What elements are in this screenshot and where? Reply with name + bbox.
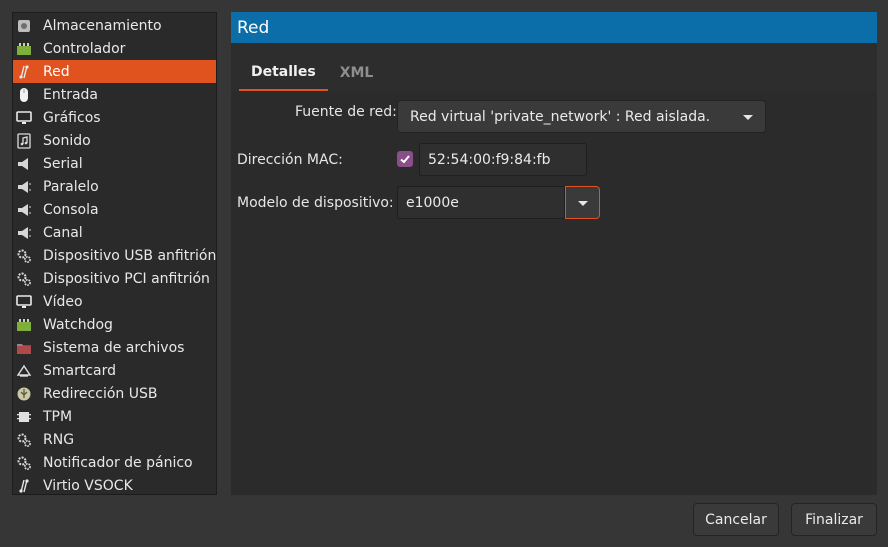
chevron-down-icon [743,114,753,120]
sidebar-item-smartcard[interactable]: Smartcard [13,359,216,382]
sidebar-item-label: Virtio VSOCK [43,477,133,494]
chip-icon [16,41,32,57]
gears-icon [16,248,32,264]
sidebar-item-label: Dispositivo USB anfitrión [43,247,217,264]
sidebar-item-red[interactable]: Red [13,60,216,83]
gears-icon [16,455,32,471]
chip-icon [16,317,32,333]
network-source-value: Red virtual 'private_network' : Red aisl… [410,108,711,125]
sidebar-item-watchdog[interactable]: Watchdog [13,313,216,336]
monitor-icon [16,294,32,310]
sidebar-item-almacenamiento[interactable]: Almacenamiento [13,14,216,37]
sidebar-item-canal[interactable]: Canal [13,221,216,244]
usb-icon [16,386,32,402]
sound-icon [16,132,32,149]
sidebar-item-label: Red [43,63,70,80]
sidebar-item-rng[interactable]: RNG [13,428,216,451]
mac-address-label: Dirección MAC: [237,152,343,168]
tab-details[interactable]: Detalles [239,55,328,91]
checkmark-icon [400,155,410,164]
page-title: Red [231,12,877,43]
sidebar-item-label: Redirección USB [43,385,158,402]
device-model-label: Modelo de dispositivo: [237,195,394,211]
sidebar-item-label: Gráficos [43,109,101,126]
sidebar-item-paralelo[interactable]: Paralelo [13,175,216,198]
port-icon [16,179,32,195]
sidebar-item-label: Smartcard [43,362,117,379]
sidebar-item-tpm[interactable]: TPM [13,405,216,428]
sidebar-item-redirección-usb[interactable]: Redirección USB [13,382,216,405]
gears-icon [16,271,32,287]
details-panel: Red Detalles XML Fuente de red: Red virt… [231,12,877,495]
sidebar-item-dispositivo-pci-anfitrión[interactable]: Dispositivo PCI anfitrión [13,267,216,290]
network-source-select[interactable]: Red virtual 'private_network' : Red aisl… [397,100,766,133]
device-model-dropdown-button[interactable] [565,186,600,219]
sidebar-item-dispositivo-usb-anfitrión[interactable]: Dispositivo USB anfitrión [13,244,216,267]
network-icon [16,64,32,80]
sidebar-item-label: Sistema de archivos [43,339,185,356]
tab-bar: Detalles XML [231,43,877,92]
gears-icon [16,432,32,448]
serial-icon [16,156,32,172]
sidebar-item-label: Serial [43,155,83,172]
mouse-icon [16,87,32,103]
sidebar-item-sonido[interactable]: Sonido [13,129,216,152]
sidebar-item-label: TPM [43,408,73,425]
disk-icon [16,18,32,34]
sidebar-item-label: Dispositivo PCI anfitrión [43,270,210,287]
sidebar-item-virtio-vsock[interactable]: Virtio VSOCK [13,474,216,497]
cancel-button[interactable]: Cancelar [693,503,779,536]
sidebar-item-label: Sonido [43,132,91,149]
port-icon [16,225,32,241]
sidebar-item-serial[interactable]: Serial [13,152,216,175]
sidebar-item-notificador-de-pánico[interactable]: Notificador de pánico [13,451,216,474]
device-model-field[interactable]: e1000e [397,186,565,219]
sidebar-item-consola[interactable]: Consola [13,198,216,221]
network-icon [16,478,32,494]
monitor-icon [16,110,32,126]
sidebar-item-label: Canal [43,224,83,241]
network-source-label: Fuente de red: [295,104,397,120]
sidebar-item-controlador[interactable]: Controlador [13,37,216,60]
sidebar-item-label: Controlador [43,40,126,57]
sidebar-item-label: Notificador de pánico [43,454,193,471]
sidebar-item-label: Paralelo [43,178,99,195]
sidebar-item-entrada[interactable]: Entrada [13,83,216,106]
chevron-down-icon [577,200,588,206]
tpm-icon [16,409,32,425]
sidebar-item-label: Entrada [43,86,99,103]
sidebar-item-label: RNG [43,431,75,448]
finish-button[interactable]: Finalizar [791,503,877,536]
mac-address-checkbox[interactable] [397,151,413,167]
sidebar-item-sistema-de-archivos[interactable]: Sistema de archivos [13,336,216,359]
tab-xml[interactable]: XML [328,55,386,91]
smartcard-icon [16,363,32,379]
hardware-sidebar: Almacenamiento Controlador Red Entrada Gráfi… [12,12,217,495]
sidebar-item-label: Consola [43,201,99,218]
sidebar-item-label: Watchdog [43,316,113,333]
sidebar-item-label: Almacenamiento [43,17,162,34]
folder-icon [16,340,32,356]
sidebar-item-label: Vídeo [43,293,83,310]
sidebar-item-gráficos[interactable]: Gráficos [13,106,216,129]
port-icon [16,202,32,218]
mac-address-field[interactable]: 52:54:00:f9:84:fb [419,143,587,176]
sidebar-item-vídeo[interactable]: Vídeo [13,290,216,313]
